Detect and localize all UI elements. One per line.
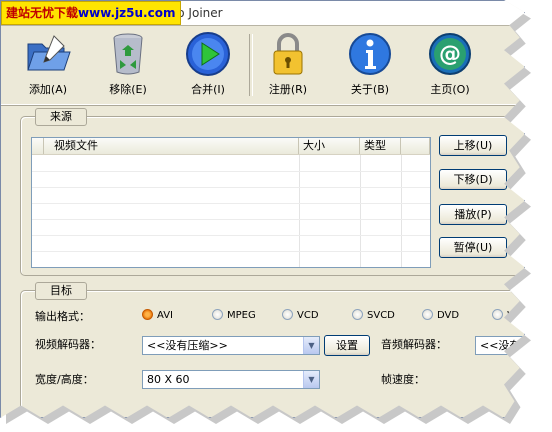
email-at-icon: @ [429,33,471,75]
move-down-button[interactable]: 下移(D) [439,169,507,190]
watermark-text: 建站无忧下载 [6,6,79,20]
framerate-label: 帧速度： [381,373,425,386]
list-header: 视频文件 大小 类型 [32,138,430,155]
remove-button[interactable]: 移除(E) [97,30,159,100]
list-body [32,155,430,267]
play-button[interactable]: 播放(P) [439,204,507,225]
format-radio-dvd[interactable]: DVD [422,309,459,323]
format-radio-mpeg[interactable]: MPEG [212,309,256,323]
radio-icon [212,309,223,320]
add-button[interactable]: 添加(A) [17,30,79,100]
video-codec-select[interactable]: <<没有压缩>> ▼ [142,336,320,355]
chevron-down-icon: ▼ [303,337,319,354]
column-video-file[interactable]: 视频文件 [44,138,299,154]
size-select[interactable]: 80 X 60 ▼ [142,370,320,389]
format-radio-vcd[interactable]: VCD [282,309,319,323]
setup-button[interactable]: 设置 [324,335,370,356]
homepage-button[interactable]: @ 主页(O) [419,30,481,100]
grid-line [32,203,430,204]
column-type[interactable]: 类型 [360,138,401,154]
open-folder-icon [27,35,71,71]
list-header-filler [401,138,430,154]
toolbar: 添加(A) 移除(E) 合并(I) 注册(R) 关于(B) @ 主页(O) [1,26,524,105]
toolbar-separator [249,34,253,96]
radio-selected-icon [142,309,153,320]
move-up-button[interactable]: 上移(U) [439,135,507,156]
play-icon [186,32,230,76]
output-format-label: 输出格式： [35,310,90,323]
grid-line [32,235,430,236]
register-label: 注册(R) [268,83,308,96]
grid-line [32,171,430,172]
radio-icon [492,309,503,320]
radio-icon [352,309,363,320]
chevron-down-icon: ▼ [303,371,319,388]
recycle-bin-icon [113,33,143,75]
video-codec-label: 视频解码器： [35,338,101,351]
svg-text:@: @ [439,42,461,67]
about-label: 关于(B) [350,83,390,96]
list-header-spacer [32,138,44,154]
format-radio-avi[interactable]: AVI [142,309,173,323]
remove-label: 移除(E) [109,83,147,96]
lock-icon [273,33,303,75]
format-radio-svcd[interactable]: SVCD [352,309,395,323]
radio-icon [422,309,433,320]
grid-line [32,219,430,220]
about-button[interactable]: 关于(B) [339,30,401,100]
size-label: 宽度/高度： [35,373,94,386]
add-label: 添加(A) [28,83,68,96]
video-codec-value: <<没有压缩>> [147,339,228,352]
video-file-list[interactable]: 视频文件 大小 类型 [31,137,431,268]
pause-button[interactable]: 暂停(U) [439,237,507,258]
target-legend: 目标 [35,282,87,300]
size-value: 80 X 60 [147,373,190,386]
grid-line [32,187,430,188]
register-button[interactable]: 注册(R) [257,30,319,100]
source-legend: 来源 [35,108,87,126]
radio-icon [282,309,293,320]
merge-button[interactable]: 合并(I) [177,30,239,100]
homepage-label: 主页(O) [430,83,470,96]
column-size[interactable]: 大小 [299,138,360,154]
audio-codec-label: 音频解码器： [381,338,447,351]
info-icon [349,33,391,75]
watermark-url: www.jz5u.com [78,6,176,20]
title-bar: Video Joiner 建站无忧下载www.jz5u.com [1,1,524,26]
app-window: Video Joiner 建站无忧下载www.jz5u.com 添加(A) 移除… [0,0,525,418]
watermark-banner: 建站无忧下载www.jz5u.com [1,1,181,25]
grid-line [32,251,430,252]
merge-label: 合并(I) [191,83,225,96]
